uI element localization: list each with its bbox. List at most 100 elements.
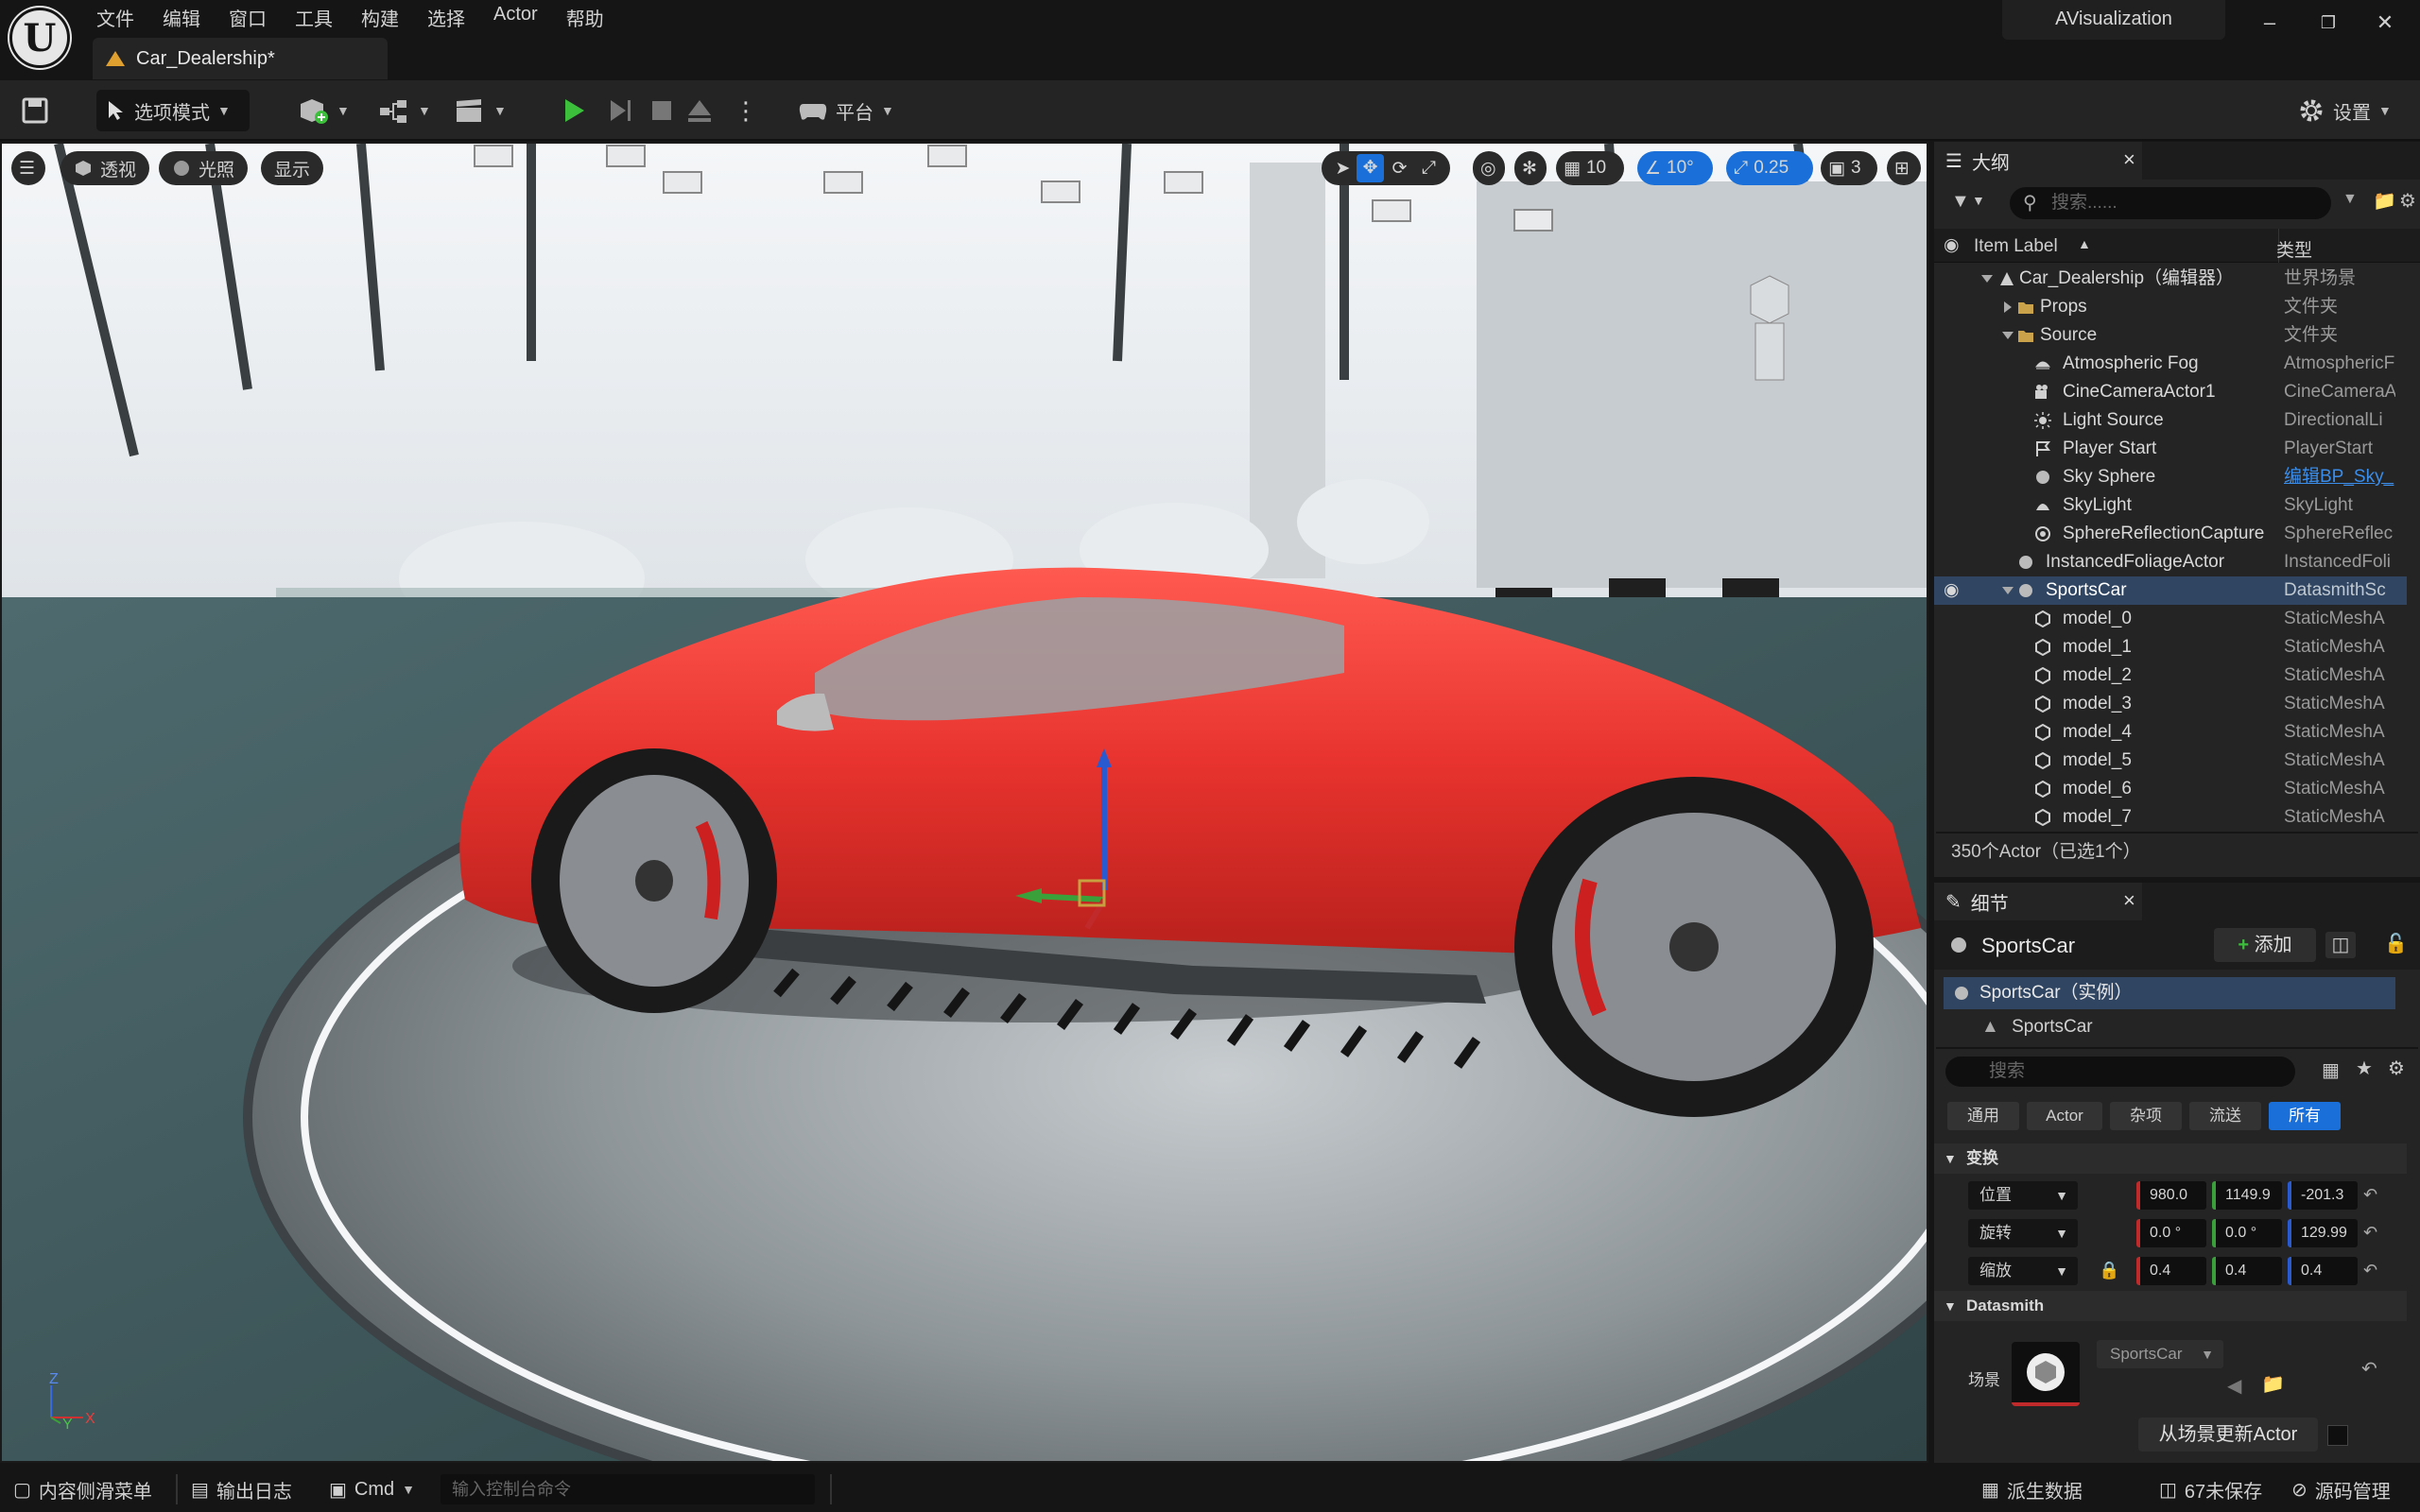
- coordinate-space-icon[interactable]: ◎: [1473, 151, 1505, 185]
- outliner-search-input[interactable]: 搜索......: [2010, 187, 2331, 219]
- component-root[interactable]: SportsCar（实例）: [1944, 977, 2395, 1009]
- play-button[interactable]: [565, 90, 594, 131]
- reset-icon[interactable]: ↶: [2363, 1261, 2377, 1280]
- document-tab[interactable]: Car_Dealership*: [93, 38, 388, 79]
- location-dropdown[interactable]: 位置 ▼: [1968, 1181, 2078, 1210]
- source-control-button[interactable]: ⊘ 源码管理: [2291, 1467, 2391, 1512]
- filter-actor[interactable]: Actor: [2027, 1102, 2102, 1130]
- star-icon[interactable]: ★: [2356, 1057, 2373, 1080]
- cinematics-button[interactable]: ▼: [454, 90, 507, 131]
- lock-open-icon[interactable]: 🔓: [2384, 932, 2408, 955]
- eye-icon[interactable]: ◉: [1944, 576, 1960, 605]
- rotation-dropdown[interactable]: 旋转 ▼: [1968, 1219, 2078, 1247]
- platforms-dropdown[interactable]: 平台 ▼: [798, 90, 894, 131]
- reset-icon[interactable]: ↶: [2363, 1185, 2377, 1205]
- folder-icon[interactable]: 📁: [2261, 1372, 2285, 1396]
- tree-row[interactable]: SkyLight SkyLight: [1934, 491, 2407, 520]
- derived-data-button[interactable]: ▦ 派生数据: [1981, 1467, 2083, 1512]
- more-options-icon[interactable]: ⋮: [734, 90, 758, 131]
- unsaved-assets-button[interactable]: ◫ 67未保存: [2159, 1467, 2262, 1512]
- close-icon[interactable]: ×: [2123, 888, 2135, 913]
- rotation-y-input[interactable]: 0.0 °: [2212, 1219, 2282, 1247]
- tree-row[interactable]: model_5 StaticMeshA: [1934, 747, 2407, 775]
- details-tab[interactable]: ✎ 细节: [1934, 883, 2142, 920]
- edit-blueprint-link[interactable]: 编辑BP_Sky_: [2284, 463, 2395, 491]
- minimize-button[interactable]: –: [2248, 6, 2291, 40]
- scale-snap-toggle[interactable]: ⤢ 0.25: [1726, 151, 1813, 185]
- advance-frame-button[interactable]: [611, 90, 631, 131]
- filter-misc[interactable]: 杂项: [2110, 1102, 2182, 1130]
- scale-dropdown[interactable]: 缩放 ▼: [1968, 1257, 2078, 1285]
- settings-dropdown[interactable]: 设置 ▼: [2297, 90, 2392, 131]
- tree-row[interactable]: CineCameraActor1 CineCameraA: [1934, 378, 2407, 406]
- filter-general[interactable]: 通用: [1947, 1102, 2019, 1130]
- add-folder-icon[interactable]: 📁: [2373, 189, 2396, 213]
- scale-z-input[interactable]: 0.4: [2288, 1257, 2358, 1285]
- item-label-column[interactable]: Item Label: [1974, 236, 2058, 257]
- tree-row[interactable]: SphereReflectionCapture SphereReflec: [1934, 520, 2407, 548]
- location-z-input[interactable]: -201.3: [2288, 1181, 2358, 1210]
- blueprint-icon[interactable]: ◫: [2325, 932, 2356, 958]
- tree-row[interactable]: Sky Sphere 编辑BP_Sky_: [1934, 463, 2407, 491]
- close-window-button[interactable]: ✕: [2363, 6, 2407, 40]
- lighting-button[interactable]: 光照: [159, 151, 249, 185]
- filter-icon[interactable]: ▼: [1951, 191, 1970, 213]
- transform-category[interactable]: ▼ 变换: [1934, 1143, 2407, 1174]
- select-tool-icon[interactable]: ➤: [1329, 158, 1357, 180]
- menu-help[interactable]: 帮助: [564, 0, 621, 34]
- save-button[interactable]: [21, 90, 49, 131]
- rotation-x-input[interactable]: 0.0 °: [2136, 1219, 2206, 1247]
- output-log-button[interactable]: ▤ 输出日志: [191, 1467, 292, 1512]
- perspective-button[interactable]: 透视: [60, 151, 150, 185]
- tree-row[interactable]: Atmospheric Fog AtmosphericF: [1934, 350, 2407, 378]
- tree-row-folder[interactable]: Source 文件夹: [1934, 321, 2407, 350]
- tree-row[interactable]: model_3 StaticMeshA: [1934, 690, 2407, 718]
- table-view-icon[interactable]: ▦: [2322, 1058, 2340, 1082]
- add-component-button[interactable]: + 添加: [2214, 928, 2316, 962]
- details-search-input[interactable]: 搜索: [1945, 1057, 2295, 1087]
- chevron-down-icon[interactable]: ▼: [1972, 193, 1985, 208]
- gear-icon[interactable]: ⚙: [2388, 1057, 2405, 1080]
- tree-row[interactable]: model_6 StaticMeshA: [1934, 775, 2407, 803]
- add-content-button[interactable]: ▼: [297, 90, 350, 131]
- tree-row[interactable]: Player Start PlayerStart: [1934, 435, 2407, 463]
- type-column[interactable]: 类型: [2276, 236, 2312, 262]
- tree-row-level[interactable]: Car_Dealership（编辑器） 世界场景: [1934, 265, 2407, 293]
- menu-tools[interactable]: 工具: [293, 0, 350, 34]
- scale-x-input[interactable]: 0.4: [2136, 1257, 2206, 1285]
- location-y-input[interactable]: 1149.9: [2212, 1181, 2282, 1210]
- update-actor-from-scene-button[interactable]: 从场景更新Actor: [2138, 1418, 2318, 1452]
- lock-icon[interactable]: 🔒: [2099, 1261, 2119, 1280]
- tree-row[interactable]: model_7 StaticMeshA: [1934, 803, 2407, 832]
- cmd-dropdown[interactable]: ▣ Cmd ▼: [329, 1467, 415, 1512]
- component-child[interactable]: ▲ SportsCar: [1981, 1012, 2093, 1042]
- menu-actor[interactable]: Actor: [492, 0, 555, 34]
- menu-select[interactable]: 选择: [425, 0, 482, 34]
- rotation-snap-toggle[interactable]: ∠ 10°: [1637, 151, 1713, 185]
- viewport-menu-button[interactable]: ☰: [11, 151, 45, 185]
- console-command-input[interactable]: 输入控制台命令: [441, 1474, 815, 1504]
- move-tool-icon[interactable]: ✥: [1357, 154, 1385, 182]
- eject-button[interactable]: [688, 90, 711, 131]
- location-x-input[interactable]: 980.0: [2136, 1181, 2206, 1210]
- tree-row[interactable]: InstancedFoliageActor InstancedFoli: [1934, 548, 2407, 576]
- content-drawer-button[interactable]: ▢ 内容侧滑菜单: [13, 1467, 152, 1512]
- tree-row[interactable]: model_0 StaticMeshA: [1934, 605, 2407, 633]
- scale-y-input[interactable]: 0.4: [2212, 1257, 2282, 1285]
- grid-snap-toggle[interactable]: ▦ 10: [1556, 151, 1624, 185]
- blueprint-button[interactable]: ▼: [378, 90, 431, 131]
- menu-file[interactable]: 文件: [95, 0, 151, 34]
- restore-button[interactable]: ❐: [2307, 6, 2350, 40]
- browse-asset-icon[interactable]: ◀: [2227, 1374, 2241, 1398]
- outliner-tab[interactable]: ☰ 大纲: [1934, 142, 2142, 180]
- scene-asset-dropdown[interactable]: SportsCar ▼: [2097, 1340, 2223, 1368]
- menu-build[interactable]: 构建: [359, 0, 416, 34]
- tree-row[interactable]: Light Source DirectionalLi: [1934, 406, 2407, 435]
- tree-row-folder[interactable]: Props 文件夹: [1934, 293, 2407, 321]
- tree-row[interactable]: model_2 StaticMeshA: [1934, 662, 2407, 690]
- show-button[interactable]: 显示: [261, 151, 324, 185]
- camera-speed-button[interactable]: ▣ 3: [1821, 151, 1877, 185]
- rotate-tool-icon[interactable]: ⟳: [1384, 158, 1415, 180]
- select-mode-dropdown[interactable]: 选项模式 ▼: [96, 90, 250, 131]
- menu-window[interactable]: 窗口: [227, 0, 284, 34]
